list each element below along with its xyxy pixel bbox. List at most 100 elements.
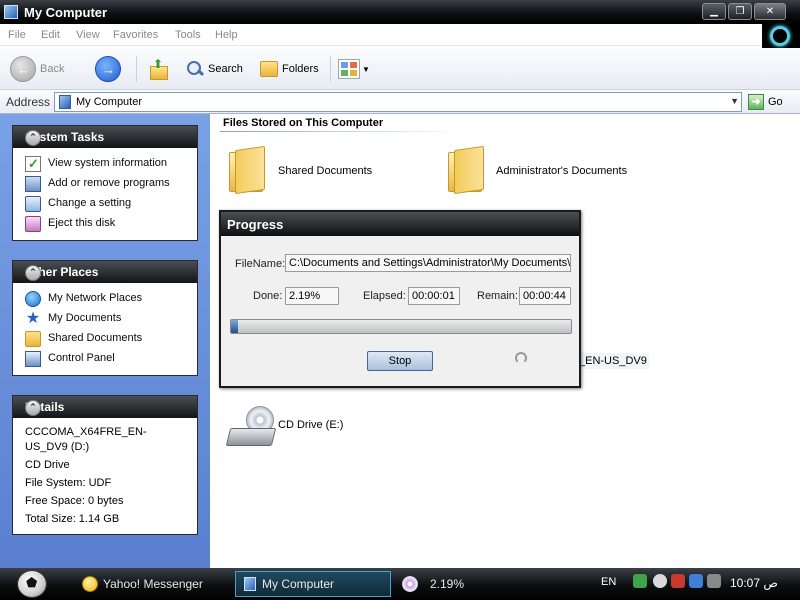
system-tasks-header[interactable]: System Tasks ⌃	[13, 126, 197, 148]
disc-burn-icon	[402, 576, 418, 592]
folders-label: Folders	[282, 63, 319, 75]
close-button[interactable]: ✕	[754, 3, 786, 20]
toolbar: ← Back → Search Folders ▼	[0, 48, 800, 90]
start-button[interactable]	[17, 570, 47, 598]
details-file-system: File System: UDF	[25, 477, 112, 489]
clock[interactable]: 10:07 ص	[730, 576, 778, 590]
collapse-icon[interactable]: ⌃	[25, 265, 41, 281]
chevron-down-icon[interactable]: ▼	[730, 96, 739, 106]
place-shared-documents[interactable]: Shared Documents	[13, 329, 197, 349]
toolbar-separator	[136, 56, 137, 82]
folders-button[interactable]: Folders	[260, 56, 319, 82]
other-places-header[interactable]: Other Places ⌃	[13, 261, 197, 283]
control-panel-icon	[25, 196, 41, 212]
collapse-icon[interactable]: ⌃	[25, 400, 41, 416]
logo-ring-icon	[770, 26, 790, 46]
done-label: Done:	[253, 290, 283, 302]
up-button[interactable]	[148, 56, 168, 82]
menu-bar: File Edit View Favorites Tools Help	[0, 24, 762, 46]
search-icon	[186, 60, 204, 78]
go-button[interactable]: ➜ Go	[748, 93, 783, 111]
go-label: Go	[768, 96, 783, 108]
taskbar-progress[interactable]: 2.19%	[402, 571, 522, 597]
search-label: Search	[208, 63, 243, 75]
details-panel: Details ⌃ CCCOMA_X64FRE_EN-US_DV9 (D:) C…	[12, 395, 198, 535]
menu-view[interactable]: View	[76, 29, 100, 41]
my-computer-icon	[59, 95, 71, 109]
task-label: Change a setting	[48, 197, 132, 209]
stop-button[interactable]: Stop	[367, 351, 433, 371]
task-eject-disk[interactable]: Eject this disk	[13, 214, 197, 234]
taskbar-app-label: My Computer	[262, 577, 335, 591]
section-title: Files Stored on This Computer	[223, 117, 384, 129]
security-icon[interactable]	[671, 574, 685, 588]
place-label: My Documents	[48, 312, 122, 324]
check-icon	[25, 156, 41, 172]
task-change-setting[interactable]: Change a setting	[13, 194, 197, 214]
menu-help[interactable]: Help	[215, 29, 238, 41]
views-button[interactable]: ▼	[338, 56, 370, 82]
details-header[interactable]: Details ⌃	[13, 396, 197, 418]
task-label: View system information	[48, 157, 168, 169]
back-button[interactable]: ← Back	[10, 56, 64, 82]
details-free-space: Free Space: 0 bytes	[25, 495, 124, 507]
toolbar-separator	[330, 56, 331, 82]
section-divider	[220, 131, 460, 132]
title-bar: My Computer ▁ ❐ ✕	[0, 0, 800, 24]
search-button[interactable]: Search	[186, 56, 243, 82]
task-view-system-information[interactable]: View system information	[13, 154, 197, 174]
filename-field: C:\Documents and Settings\Administrator\…	[285, 254, 571, 272]
dialog-title: Progress	[227, 217, 284, 232]
network-icon[interactable]	[633, 574, 647, 588]
address-input[interactable]: My Computer ▼	[54, 92, 742, 112]
menu-edit[interactable]: Edit	[41, 29, 60, 41]
task-label: Eject this disk	[48, 217, 116, 229]
volume-icon[interactable]	[707, 574, 721, 588]
messenger-tray-icon[interactable]	[653, 574, 667, 588]
globe-icon	[25, 291, 41, 307]
folders-icon	[260, 61, 278, 77]
menu-favorites[interactable]: Favorites	[113, 29, 158, 41]
menu-file[interactable]: File	[8, 29, 26, 41]
taskbar-yahoo-messenger[interactable]: Yahoo! Messenger	[82, 571, 232, 597]
my-computer-icon	[4, 5, 18, 19]
menu-tools[interactable]: Tools	[175, 29, 201, 41]
forward-arrow-icon: →	[95, 56, 121, 82]
place-my-documents[interactable]: ★ My Documents	[13, 309, 197, 329]
maximize-button[interactable]: ❐	[728, 3, 752, 20]
my-computer-icon	[244, 577, 256, 591]
elapsed-label: Elapsed:	[363, 290, 406, 302]
elapsed-field: 00:00:01	[408, 287, 460, 305]
update-icon[interactable]	[689, 574, 703, 588]
taskbar-app-label: Yahoo! Messenger	[103, 577, 203, 591]
place-my-network-places[interactable]: My Network Places	[13, 289, 197, 309]
place-control-panel[interactable]: Control Panel	[13, 349, 197, 369]
place-label: My Network Places	[48, 292, 143, 304]
address-value: My Computer	[76, 96, 143, 108]
folder-up-icon	[148, 57, 168, 80]
language-indicator[interactable]: EN	[601, 576, 616, 588]
task-add-remove-programs[interactable]: Add or remove programs	[13, 174, 197, 194]
minimize-button[interactable]: ▁	[702, 3, 726, 20]
chevron-down-icon: ▼	[362, 64, 370, 74]
address-bar: Address My Computer ▼ ➜ Go	[0, 90, 800, 114]
star-icon: ★	[25, 310, 41, 327]
back-label: Back	[40, 63, 65, 75]
place-label: Control Panel	[48, 352, 115, 364]
item-label: CD Drive (E:)	[278, 419, 344, 431]
folder-icon	[25, 331, 41, 347]
collapse-icon[interactable]: ⌃	[25, 130, 41, 146]
cd-drive-d-label[interactable]: _EN-US_DV9	[577, 353, 649, 369]
forward-button[interactable]: →	[95, 56, 121, 82]
filename-label: FileName:	[235, 258, 286, 270]
progress-dialog: Progress FileName: C:\Documents and Sett…	[219, 210, 581, 388]
go-arrow-icon: ➜	[748, 94, 764, 110]
item-label: Shared Documents	[278, 165, 373, 177]
window-title: My Computer	[24, 5, 108, 20]
task-label: Add or remove programs	[48, 177, 170, 189]
dialog-title-bar[interactable]: Progress	[221, 212, 579, 236]
taskbar-progress-text: 2.19%	[430, 577, 465, 591]
taskbar-my-computer[interactable]: My Computer	[235, 571, 391, 597]
remain-label: Remain:	[477, 290, 518, 302]
details-total-size: Total Size: 1.14 GB	[25, 513, 120, 525]
